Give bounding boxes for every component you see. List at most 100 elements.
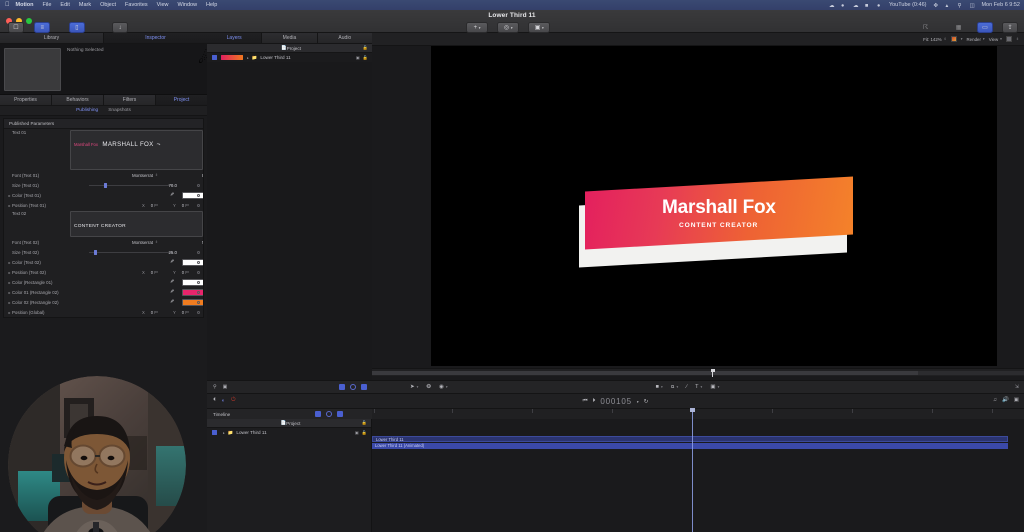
lock-icon[interactable]: 🔓 <box>362 430 367 436</box>
lower-third-graphic[interactable]: Marshall Fox CONTENT CREATOR <box>579 176 853 268</box>
lock-icon[interactable]: 🔓 <box>362 420 367 426</box>
font-style-dropdown-text02[interactable]: Medium⇳ <box>202 240 203 245</box>
timeline-playhead[interactable] <box>690 408 695 532</box>
notification-icon[interactable]: ● <box>877 3 882 9</box>
tab-properties[interactable]: Properties <box>0 95 52 105</box>
keyframe-button[interactable] <box>197 280 200 284</box>
timecode-display[interactable]: 000105 <box>600 397 632 406</box>
youtube-status-item[interactable]: YouTube (0:46) <box>889 2 927 8</box>
subtab-publishing[interactable]: Publishing <box>76 108 98 113</box>
size-value-text01[interactable]: 70.0 <box>168 183 177 188</box>
keyframe-button[interactable] <box>197 193 200 197</box>
bezier-tool[interactable]: ⍺ ▾ <box>671 384 678 390</box>
search-icon[interactable]: ⚲ <box>213 384 217 390</box>
disclosure-triangle[interactable]: ▸ <box>223 431 225 435</box>
font-family-dropdown-text01[interactable]: Montserrat ⇳ <box>132 173 158 178</box>
subtab-snapshots[interactable]: Snapshots <box>108 108 131 113</box>
timeline-clip-area[interactable]: Lower Third 11 Lower Third 11 (Animated) <box>372 408 1024 532</box>
keyframe-icon[interactable] <box>315 411 321 417</box>
mask-tool[interactable]: ▣ ▾ <box>710 384 719 390</box>
layer-enable-checkbox[interactable] <box>212 430 217 435</box>
text02-input[interactable]: CONTENT CREATOR <box>70 211 203 237</box>
bluetooth-icon[interactable]: ✥ <box>933 3 938 9</box>
fullscreen-icon[interactable]: ▣ <box>1014 397 1019 403</box>
scrubber-range[interactable] <box>372 371 918 375</box>
line-tool[interactable]: ∕ <box>686 384 687 390</box>
mask-icon[interactable]: ▣ <box>356 55 360 61</box>
filters-icon[interactable] <box>361 384 367 390</box>
layout-view-icon[interactable] <box>1005 36 1012 42</box>
filters-icon[interactable] <box>337 411 343 417</box>
color-swatch-rect02-01[interactable] <box>182 288 203 296</box>
loop-icon[interactable]: ↻ <box>644 399 649 405</box>
new-group-icon[interactable]: ▣ <box>223 384 228 390</box>
keyframe-button[interactable] <box>197 183 200 187</box>
tab-library[interactable]: Library <box>0 33 104 43</box>
eyedropper-icon[interactable]: ✎ <box>170 259 174 265</box>
color-swatch-rect02-02[interactable] <box>182 298 203 306</box>
color-swatch-text01[interactable] <box>182 191 203 199</box>
cloud-icon[interactable]: ☁ <box>853 3 859 9</box>
menu-item-favorites[interactable]: Favorites <box>125 2 148 8</box>
menu-item-window[interactable]: Window <box>177 2 197 8</box>
view-menu[interactable]: View ▾ <box>989 37 1002 42</box>
keyframe-button[interactable] <box>197 260 200 264</box>
size-slider-text02[interactable] <box>89 248 173 256</box>
keyframe-icon[interactable] <box>339 384 345 390</box>
eyedropper-icon[interactable]: ✎ <box>170 289 174 295</box>
channel-view-icon[interactable] <box>950 36 957 42</box>
camera-tool[interactable]: ◉ ▾ <box>439 384 448 390</box>
text-tool[interactable]: T ▾ <box>695 384 702 390</box>
keyframe-button[interactable] <box>197 250 200 254</box>
position-y-global[interactable]: 0 <box>182 310 184 315</box>
text01-input[interactable]: Marshall Fox MARSHALL FOX ↷ <box>70 130 203 170</box>
lock-icon[interactable]: 🔓 <box>363 55 368 61</box>
rectangle-tool[interactable]: ■ ▾ <box>656 384 663 390</box>
keyframe-button[interactable] <box>197 300 200 304</box>
position-y-text01[interactable]: 0 <box>182 203 184 208</box>
tab-project[interactable]: Project <box>156 95 207 105</box>
tab-layers[interactable]: Layers <box>207 33 263 43</box>
layers-row-project[interactable]: 📄 Project 🔓 <box>207 44 372 53</box>
orbit-tool[interactable]: ❂ <box>426 384 431 390</box>
menu-item-object[interactable]: Object <box>100 2 116 8</box>
tab-media[interactable]: Media <box>262 33 318 43</box>
canvas-stage[interactable]: Marshall Fox CONTENT CREATOR <box>431 46 997 366</box>
play-icon[interactable]: ⏵ <box>593 398 596 405</box>
apple-menu-icon[interactable]:  <box>5 2 10 8</box>
position-x-global[interactable]: 0 <box>151 310 153 315</box>
lock-icon[interactable]: 🔓 <box>363 45 368 51</box>
menu-item-file[interactable]: File <box>43 2 52 8</box>
eyedropper-icon[interactable]: ✎ <box>170 279 174 285</box>
mask-icon[interactable]: ▣ <box>355 430 359 436</box>
menu-item-mark[interactable]: Mark <box>79 2 91 8</box>
keyframe-button[interactable] <box>197 310 200 314</box>
behaviors-icon[interactable] <box>326 411 332 417</box>
revert-icon[interactable]: ↷ <box>157 142 161 147</box>
keyframe-button[interactable] <box>197 290 200 294</box>
menu-item-motion[interactable]: Motion <box>16 2 34 8</box>
menu-item-help[interactable]: Help <box>206 2 217 8</box>
timeline-ruler[interactable] <box>372 408 1024 419</box>
wifi-icon[interactable]: ▴ <box>945 3 950 9</box>
color-swatch-text02[interactable] <box>182 258 203 266</box>
expand-icon[interactable]: ⇲ <box>1015 384 1019 390</box>
behaviors-icon[interactable] <box>350 384 356 390</box>
microphone-icon[interactable]: ☄ <box>198 48 212 67</box>
slider-knob[interactable] <box>94 249 98 255</box>
menu-bar-clock[interactable]: Mon Feb 6 9:52 <box>981 2 1020 8</box>
font-style-dropdown-text01[interactable]: ExtraBold⇳ <box>202 173 203 178</box>
size-slider-text01[interactable] <box>89 181 173 189</box>
color-swatch-rect01[interactable] <box>182 278 203 286</box>
tab-behaviors[interactable]: Behaviors <box>52 95 104 105</box>
scrubber-playhead[interactable] <box>710 369 715 377</box>
canvas-scrubber[interactable] <box>372 368 1024 377</box>
keyframe-button[interactable] <box>197 270 200 274</box>
tab-filters[interactable]: Filters <box>104 95 156 105</box>
chevron-down-icon[interactable]: ▾ <box>637 400 639 404</box>
dropbox-icon[interactable]: ☁ <box>829 3 835 9</box>
select-tool[interactable]: ➤ ▾ <box>410 384 418 390</box>
prev-frame-icon[interactable]: ⏮ <box>583 398 588 405</box>
position-x-text01[interactable]: 0 <box>151 203 153 208</box>
tab-inspector[interactable]: Inspector <box>104 33 207 43</box>
